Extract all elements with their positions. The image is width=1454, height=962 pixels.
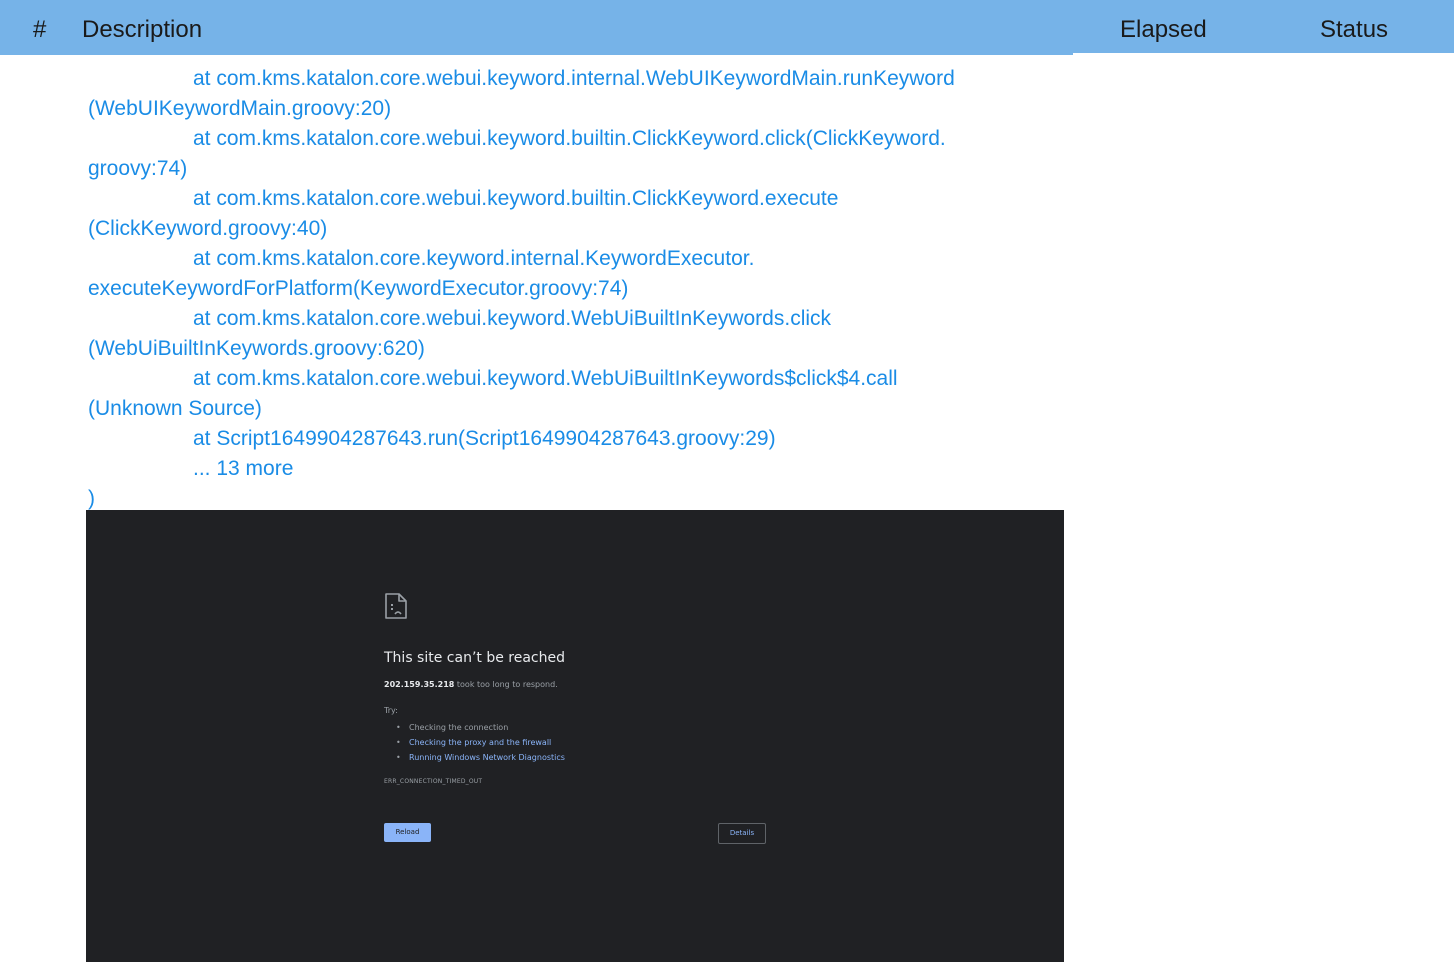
error-title: This site can’t be reached [384, 650, 565, 666]
details-button[interactable]: Details [718, 823, 766, 844]
suggestion-list: • Checking the connection • Checking the p… [396, 720, 565, 765]
column-header-elapsed: Elapsed [1120, 16, 1207, 43]
column-header-description: Description [82, 16, 203, 43]
suggestion-item[interactable]: • Checking the proxy and the firewall [396, 735, 565, 750]
reload-button[interactable]: Reload [384, 823, 431, 842]
suggestion-item[interactable]: • Running Windows Network Diagnostics [396, 750, 565, 765]
error-code: ERR_CONNECTION_TIMED_OUT [384, 778, 483, 785]
suggestion-link-diagnostics[interactable]: Running Windows Network Diagnostics [409, 753, 565, 762]
stack-trace-line: at com.kms.katalon.core.webui.keyword.We… [193, 367, 898, 390]
try-label: Try: [384, 706, 398, 715]
table-header: # Description Elapsed Status [0, 0, 1454, 55]
bullet-icon: • [396, 738, 401, 747]
stack-trace-line: at com.kms.katalon.core.webui.keyword.bu… [193, 187, 839, 210]
stack-trace-line: at com.kms.katalon.core.webui.keyword.in… [193, 67, 955, 90]
error-message-text: took too long to respond. [454, 680, 558, 689]
column-header-number: # [33, 16, 47, 43]
column-header-status: Status [1320, 16, 1389, 43]
sad-page-icon [384, 592, 408, 620]
suggestion-item: • Checking the connection [396, 720, 565, 735]
stack-trace-line: (Unknown Source) [88, 397, 262, 420]
failure-screenshot: This site can’t be reached 202.159.35.21… [86, 510, 1064, 962]
stack-trace-line: at com.kms.katalon.core.keyword.internal… [193, 247, 755, 270]
error-message: 202.159.35.218 took too long to respond. [384, 680, 558, 689]
stack-trace-line: at Script1649904287643.run(Script1649904… [193, 427, 776, 450]
suggestion-link-proxy[interactable]: Checking the proxy and the firewall [409, 738, 551, 747]
error-host: 202.159.35.218 [384, 680, 455, 689]
stack-trace-line: ... 13 more [193, 457, 294, 480]
stack-trace-line: at com.kms.katalon.core.webui.keyword.bu… [193, 127, 946, 150]
stack-trace: at com.kms.katalon.core.webui.keyword.in… [88, 64, 1078, 514]
stack-trace-line: at com.kms.katalon.core.webui.keyword.We… [193, 307, 832, 330]
bullet-icon: • [396, 723, 401, 732]
stack-trace-line: groovy:74) [88, 157, 188, 180]
stack-trace-line: (ClickKeyword.groovy:40) [88, 217, 328, 240]
header-divider [1073, 53, 1454, 55]
suggestion-text: Checking the connection [409, 723, 509, 732]
stack-trace-line: (WebUiBuiltInKeywords.groovy:620) [88, 337, 425, 360]
stack-trace-line: executeKeywordForPlatform(KeywordExecuto… [88, 277, 629, 300]
stack-trace-line: (WebUIKeywordMain.groovy:20) [88, 97, 392, 120]
bullet-icon: • [396, 753, 401, 762]
